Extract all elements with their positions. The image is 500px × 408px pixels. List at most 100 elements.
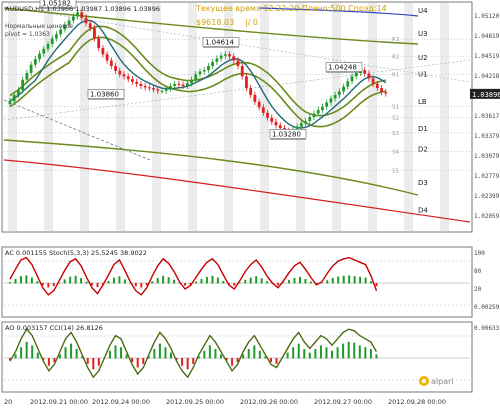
candle-body — [160, 90, 164, 92]
candle-body — [329, 98, 333, 103]
indicator-bar — [9, 282, 11, 284]
indicator-bar — [260, 278, 263, 284]
indicator-bar — [153, 349, 156, 359]
ac-panel-frame — [1, 246, 473, 318]
candle-body — [354, 72, 358, 77]
pivot-note-1: Нормальные ценовое — [5, 23, 73, 30]
time-header: Текущее время 12:22:29 Плечо:500 Спрэд:1… — [195, 4, 387, 13]
current-price-label: 1.03896 — [472, 91, 500, 99]
indicator-bar — [325, 347, 328, 359]
indicator-bar — [255, 276, 258, 284]
candle-body — [304, 121, 307, 124]
indicator-bar — [96, 283, 99, 288]
session-band — [368, 3, 377, 231]
candle-body — [278, 125, 282, 129]
indicator-bar — [108, 350, 111, 359]
price-tick: 1.02059 — [474, 213, 500, 220]
main-panel-frame — [1, 1, 473, 233]
candle-body — [8, 101, 12, 104]
indicator-bar — [25, 275, 28, 284]
session-band — [440, 3, 449, 231]
indicator-bar — [353, 276, 356, 284]
indicator-bar — [85, 281, 88, 284]
indicator-bar — [292, 347, 295, 359]
candle-body — [29, 64, 33, 73]
candle-body — [207, 66, 210, 71]
indicator-bar — [369, 349, 372, 359]
indicator-bar — [308, 352, 311, 359]
candle-body — [25, 72, 29, 80]
candle-body — [109, 60, 113, 67]
indicator-bar — [326, 280, 329, 284]
indicator-bar — [47, 283, 50, 288]
indicator-bar — [134, 283, 137, 287]
ao-title: AO 0.003157 CCI(14) 26.8126 — [5, 324, 103, 332]
candle-body — [33, 59, 37, 65]
level-label-d3: D3 — [418, 179, 428, 187]
level-label-d4: D4 — [418, 206, 428, 214]
candle-body — [101, 48, 105, 55]
trading-chart: R3R2R1S1S2S3S4S5U4U3U2U1LBD1D2D3D4 1.051… — [1, 0, 500, 406]
candle-body — [84, 17, 88, 24]
indicator-bar — [167, 277, 170, 284]
price-tick: 1.04519 — [474, 53, 500, 60]
indicator-bar — [136, 358, 139, 368]
indicator-bar — [120, 347, 123, 359]
candle-body — [236, 60, 240, 67]
candle-body — [325, 102, 329, 107]
pivot-note-2: pivot = 1.0363 — [5, 31, 50, 38]
indicator-bar — [80, 277, 83, 284]
indicator-bar — [173, 279, 176, 284]
ac-title: AC 0.001155 Stoch(5,3,3) 25.5245 38.9022 — [5, 249, 147, 257]
candle-body — [266, 112, 269, 118]
price-tick: 1.03617 — [474, 113, 500, 120]
price-tick: 1.04819 — [474, 33, 500, 40]
candle-body — [232, 56, 236, 61]
candle-body — [131, 79, 134, 82]
indicator-bar — [20, 347, 23, 359]
candle-body — [308, 117, 312, 122]
level-label-u1: U1 — [418, 71, 428, 79]
indicator-tick: 0.00259 — [474, 304, 500, 311]
candle-body — [375, 83, 379, 89]
candle-body — [198, 71, 202, 75]
indicator-bar — [58, 354, 61, 359]
inner-level-label: S2 — [392, 116, 399, 122]
indicator-bar — [86, 358, 89, 364]
candle-body — [55, 34, 58, 39]
indicator-bar — [151, 281, 154, 284]
zero-text: |/ 0 — [245, 18, 258, 27]
candle-body — [245, 76, 248, 89]
indicator-bar — [63, 279, 66, 284]
indicator-bar — [30, 277, 33, 284]
indicator-bar — [36, 352, 39, 359]
candle-body — [240, 66, 244, 77]
indicator-bar — [342, 275, 345, 284]
indicator-bar — [114, 345, 117, 359]
candle-body — [139, 83, 143, 86]
candle-body — [316, 110, 320, 114]
indicator-bar — [347, 341, 350, 359]
candle-body — [223, 54, 227, 56]
candle-body — [181, 84, 185, 86]
indicator-tick: 80 — [474, 268, 482, 275]
time-tick: 2012.09.25 00:00 — [166, 398, 224, 406]
indicator-bar — [233, 283, 236, 286]
indicator-bar — [331, 350, 334, 359]
candle-body — [346, 81, 350, 87]
candle-body — [80, 12, 84, 18]
indicator-bar — [25, 341, 28, 359]
candle-body — [12, 94, 16, 102]
candle-body — [270, 117, 274, 122]
indicator-bar — [69, 276, 72, 284]
indicator-bar — [64, 347, 67, 359]
candle-body — [71, 16, 75, 21]
indicator-bar — [364, 347, 367, 359]
candle-body — [312, 113, 316, 117]
candle-body — [156, 89, 160, 91]
candle-body — [384, 92, 388, 94]
level-label-lb: LB — [418, 98, 427, 106]
indicator-bar — [304, 279, 307, 284]
price-tick: 1.03079 — [474, 153, 500, 160]
indicator-bar — [242, 354, 245, 359]
